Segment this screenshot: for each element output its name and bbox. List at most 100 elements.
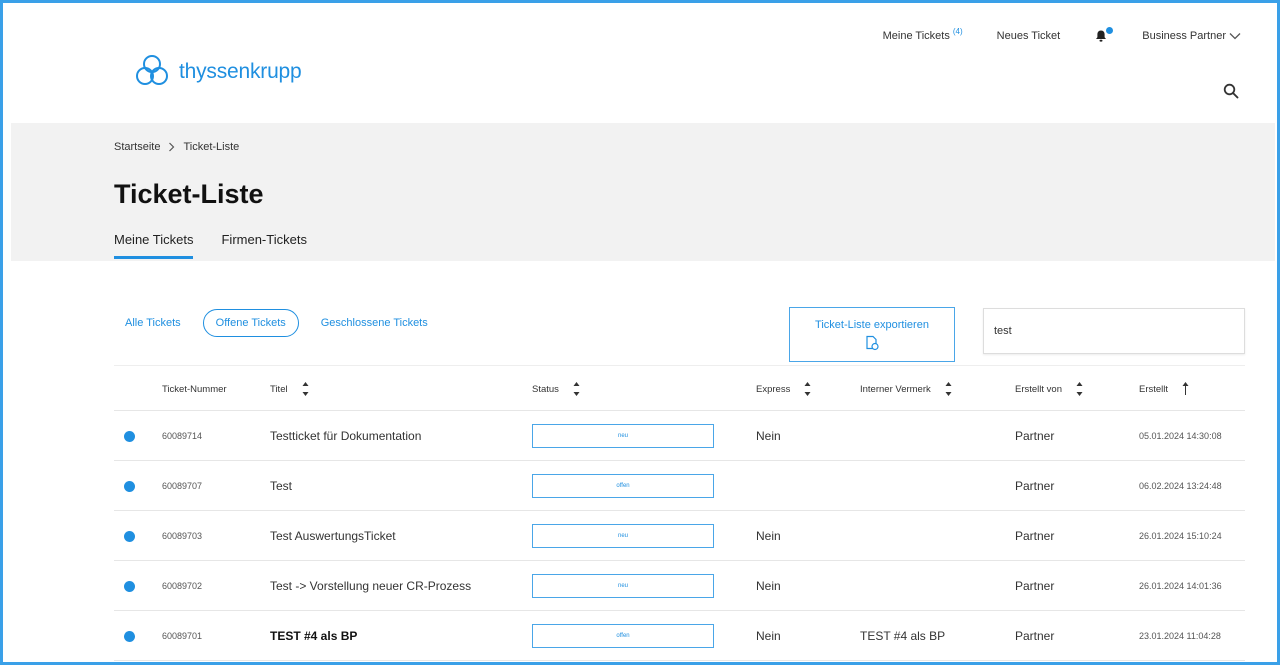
chevron-right-icon	[169, 142, 175, 152]
table-row[interactable]: 60089703 Test AuswertungsTicket Nein Partne…	[114, 511, 1245, 561]
notifications-button[interactable]	[1094, 27, 1114, 43]
logo[interactable]: thyssenkrupp	[133, 53, 302, 91]
app-frame: thyssenkrupp Meine Tickets (4) Neues Tic…	[0, 0, 1280, 665]
table-row[interactable]: 60089707 Test Partner 06.02.2024 13:24:48 of…	[114, 461, 1245, 511]
unread-indicator-cell	[124, 511, 135, 561]
column-label: Ticket-Nummer	[162, 383, 227, 395]
notification-dot	[1106, 27, 1114, 34]
sort-icon	[1076, 382, 1083, 396]
column-label: Express	[756, 383, 791, 395]
sort-icon	[804, 382, 811, 396]
business-partner-menu[interactable]: Business Partner	[1142, 30, 1241, 42]
ticket-title-cell[interactable]: Testticket für Dokumentation	[270, 411, 421, 461]
table-header: Ticket-Nummer Titel Status Express Inter…	[114, 365, 1245, 411]
filter-all-tickets[interactable]: Alle Tickets	[125, 317, 181, 329]
nav-my-tickets-label: Meine Tickets	[882, 30, 950, 42]
created-date-cell: 05.01.2024 14:30:08	[1139, 431, 1222, 441]
express-cell: Nein	[756, 529, 781, 543]
unread-dot-icon	[124, 630, 135, 642]
thyssenkrupp-logo-icon	[136, 55, 168, 85]
column-label: Titel	[270, 383, 288, 395]
breadcrumb-current: Ticket-Liste	[183, 141, 240, 153]
business-partner-label: Business Partner	[1142, 30, 1226, 42]
filter-open-tickets[interactable]: Offene Tickets	[202, 309, 299, 337]
nav-my-tickets[interactable]: Meine Tickets (4)	[882, 26, 963, 43]
column-express[interactable]: Express	[756, 366, 811, 412]
breadcrumb-home[interactable]: Startseite	[114, 141, 160, 153]
export-file-icon	[866, 335, 879, 350]
search-icon[interactable]	[1223, 83, 1239, 99]
ticket-table: Ticket-Nummer Titel Status Express Inter…	[114, 365, 1245, 661]
created-by-cell: Partner	[1015, 629, 1055, 643]
tab-company-tickets[interactable]: Firmen-Tickets	[221, 232, 306, 259]
table-body: 60089714 Testticket für Dokumentation Nein…	[114, 411, 1245, 661]
column-label: Erstellt	[1139, 383, 1169, 395]
sort-icon	[573, 382, 580, 396]
express-cell: Nein	[756, 429, 781, 443]
ticket-number-cell[interactable]: 60089714	[162, 411, 202, 461]
ticket-title-cell[interactable]: Test AuswertungsTicket	[270, 511, 396, 561]
table-row[interactable]: 60089702 Test -> Vorstellung neuer CR-Pro…	[114, 561, 1245, 611]
chevron-down-icon	[1229, 33, 1241, 40]
ticket-title-cell[interactable]: Test -> Vorstellung neuer CR-Prozess	[270, 561, 471, 611]
column-ticket-number[interactable]: Ticket-Nummer	[162, 366, 227, 412]
tab-my-tickets[interactable]: Meine Tickets	[114, 232, 194, 259]
nav-new-ticket[interactable]: Neues Ticket	[997, 30, 1061, 42]
status-badge: offen	[532, 624, 714, 648]
ticket-number-cell[interactable]: 60089702	[162, 561, 202, 611]
my-tickets-count-badge: (4)	[952, 26, 963, 36]
breadcrumb: Startseite Ticket-Liste	[114, 141, 239, 153]
nav-new-ticket-label: Neues Ticket	[996, 30, 1061, 42]
tab-bar: Meine Tickets Firmen-Tickets	[114, 232, 307, 259]
created-by-cell: Partner	[1015, 479, 1055, 493]
express-cell: Nein	[756, 579, 781, 593]
ticket-number-cell[interactable]: 60089701	[162, 611, 202, 661]
ticket-search-input[interactable]	[983, 308, 1245, 354]
status-badge: neu	[532, 524, 714, 548]
sort-icon	[302, 382, 309, 396]
created-by-cell: Partner	[1015, 429, 1055, 443]
column-internal-note[interactable]: Interner Vermerk	[860, 366, 952, 412]
column-title[interactable]: Titel	[270, 366, 309, 412]
export-ticket-list-button[interactable]: Ticket-Liste exportieren	[789, 307, 955, 362]
unread-dot-icon	[124, 530, 135, 542]
status-badge: offen	[532, 474, 714, 498]
top-navigation: Meine Tickets (4) Neues Ticket Business …	[882, 26, 1241, 43]
created-by-cell: Partner	[1015, 579, 1055, 593]
status-cell: neu	[532, 411, 714, 461]
unread-dot-icon	[124, 430, 135, 442]
created-by-cell: Partner	[1015, 529, 1055, 543]
unread-indicator-cell	[124, 411, 135, 461]
page-title: Ticket-Liste	[114, 179, 264, 209]
express-cell: Nein	[756, 629, 781, 643]
internal-note-cell: TEST #4 als BP	[860, 629, 946, 643]
created-date-cell: 23.01.2024 11:04:28	[1139, 631, 1221, 641]
status-badge: neu	[532, 574, 714, 598]
column-created-by[interactable]: Erstellt von	[1015, 366, 1083, 412]
status-cell: neu	[532, 511, 714, 561]
unread-indicator-cell	[124, 611, 135, 661]
logo-text: thyssenkrupp	[179, 60, 302, 83]
ticket-number-cell[interactable]: 60089703	[162, 511, 202, 561]
table-row[interactable]: 60089714 Testticket für Dokumentation Nein…	[114, 411, 1245, 461]
sort-asc-icon	[1182, 382, 1189, 395]
status-cell: offen	[532, 461, 714, 511]
created-date-cell: 26.01.2024 14:01:36	[1139, 581, 1222, 591]
column-created[interactable]: Erstellt	[1139, 366, 1189, 412]
unread-dot-icon	[124, 480, 135, 492]
ticket-title-cell[interactable]: TEST #4 als BP	[270, 611, 357, 661]
table-row[interactable]: 60089701 TEST #4 als BP Nein TEST #4 als BP…	[114, 611, 1245, 661]
column-label: Status	[532, 383, 559, 395]
created-date-cell: 06.02.2024 13:24:48	[1139, 481, 1222, 491]
unread-indicator-cell	[124, 561, 135, 611]
ticket-number-cell[interactable]: 60089707	[162, 461, 202, 511]
status-badge: neu	[532, 424, 714, 448]
status-cell: neu	[532, 561, 714, 611]
ticket-title-cell[interactable]: Test	[270, 461, 292, 511]
column-label: Erstellt von	[1015, 383, 1062, 395]
export-button-label: Ticket-Liste exportieren	[815, 318, 929, 331]
column-label: Interner Vermerk	[860, 383, 931, 395]
created-date-cell: 26.01.2024 15:10:24	[1139, 531, 1222, 541]
filter-closed-tickets[interactable]: Geschlossene Tickets	[321, 317, 428, 329]
column-status[interactable]: Status	[532, 366, 580, 412]
